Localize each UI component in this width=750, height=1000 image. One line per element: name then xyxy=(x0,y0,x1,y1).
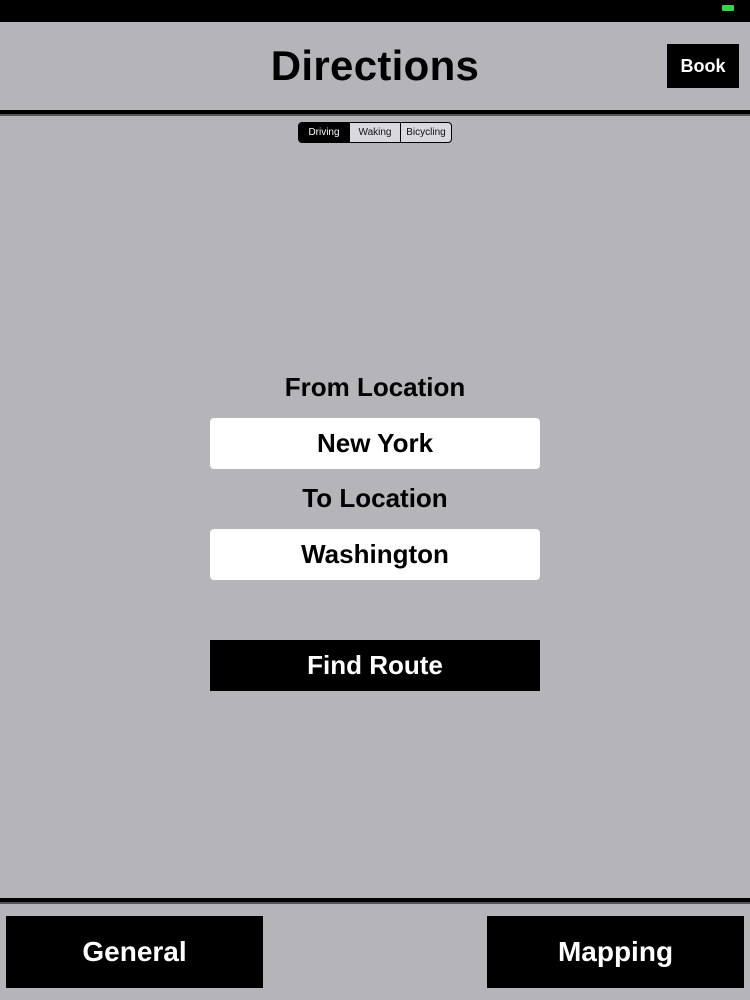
status-bar xyxy=(0,0,750,22)
to-location-input[interactable] xyxy=(210,529,540,580)
segment-walking[interactable]: Waking xyxy=(349,123,400,142)
general-button[interactable]: General xyxy=(6,916,263,988)
book-button[interactable]: Book xyxy=(667,44,739,88)
mapping-button[interactable]: Mapping xyxy=(487,916,744,988)
to-location-label: To Location xyxy=(302,483,448,513)
battery-icon xyxy=(722,5,734,11)
footer-divider xyxy=(0,898,750,904)
segment-bicycling[interactable]: Bicycling xyxy=(400,123,451,142)
page-title: Directions xyxy=(270,42,480,89)
from-location-field[interactable] xyxy=(210,418,540,469)
header: Directions Book xyxy=(0,22,750,110)
find-route-button[interactable]: Find Route xyxy=(210,640,540,691)
header-divider xyxy=(0,110,750,116)
to-location-field[interactable] xyxy=(210,529,540,580)
from-location-label: From Location xyxy=(284,372,466,402)
travel-mode-segmented-control: Driving Waking Bicycling xyxy=(298,122,452,143)
segment-driving[interactable]: Driving xyxy=(299,123,349,142)
directions-screen: Directions Book Driving Waking Bicycling… xyxy=(0,0,750,1000)
from-location-input[interactable] xyxy=(210,418,540,469)
